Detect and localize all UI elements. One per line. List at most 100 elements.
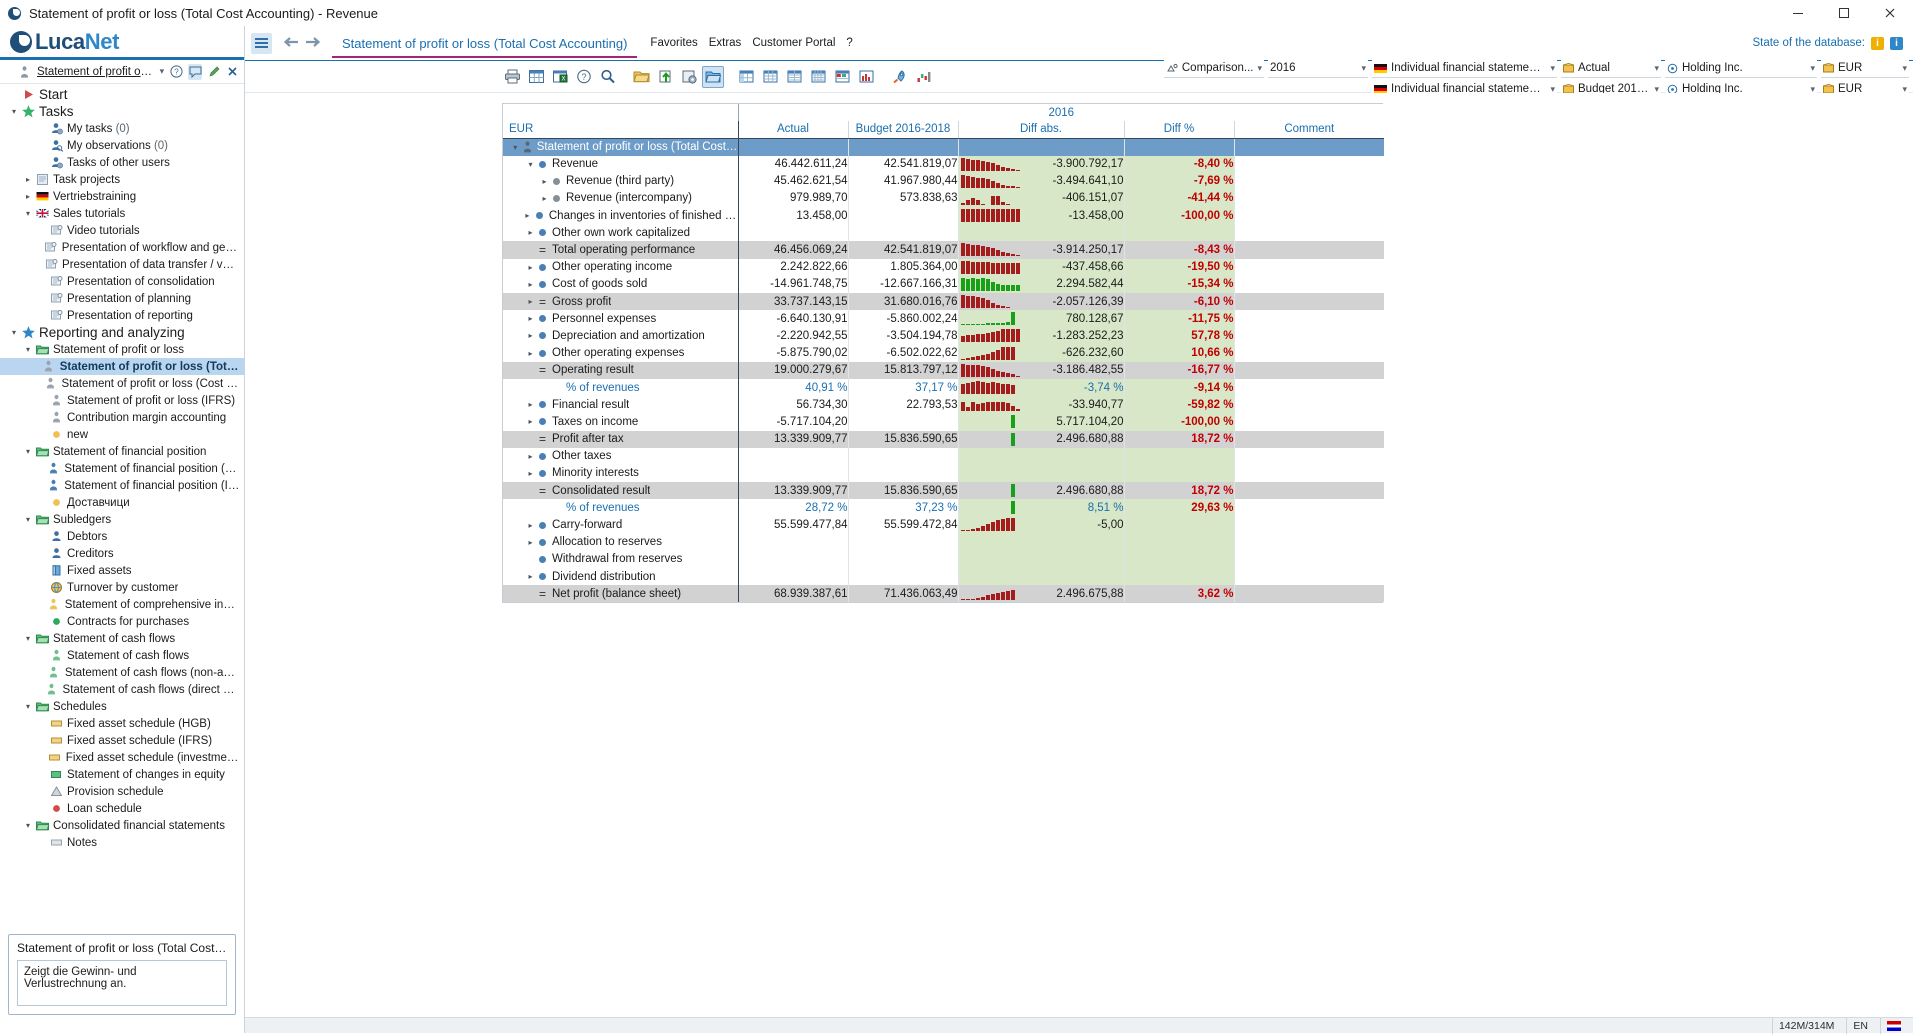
chevron-right-icon[interactable]: ▸ xyxy=(525,521,536,530)
upload-green-icon[interactable] xyxy=(654,66,676,88)
table-row[interactable]: = Operating result 19.000.279,67 15.813.7… xyxy=(503,361,1384,379)
tree-item-statement-of-financial-position-hgb[interactable]: Statement of financial position (HGB) xyxy=(0,460,244,477)
cell-budget[interactable]: 15.813.797,12 xyxy=(847,361,958,379)
column-header-comment[interactable]: Comment xyxy=(1233,121,1384,139)
cell-actual[interactable]: 13.458,00 xyxy=(737,207,848,225)
menu-item-extras[interactable]: Extras xyxy=(709,37,742,49)
cell-actual[interactable] xyxy=(737,533,848,551)
language-indicator[interactable]: EN xyxy=(1846,1017,1874,1034)
scenario-selector-row1[interactable]: Actual ▾ xyxy=(1561,59,1661,78)
tree-item-statement-of-profit-or-loss[interactable]: ▾ Statement of profit or loss xyxy=(0,341,244,358)
cell-budget[interactable]: 37,17 % xyxy=(847,378,958,397)
cell-diff-abs[interactable]: -2.057.126,39 xyxy=(957,293,1124,311)
cell-budget[interactable] xyxy=(847,447,958,465)
tab-statement-of-profit-or-loss[interactable]: Statement of profit or loss (Total Cost … xyxy=(332,29,638,58)
cell-diff-abs[interactable]: 2.496.675,88 xyxy=(957,585,1124,603)
chevron-right-icon[interactable]: ▸ xyxy=(525,228,536,237)
row-label-cell[interactable]: ▸ Depreciation and amortization xyxy=(503,327,738,344)
chevron-down-icon[interactable]: ▾ xyxy=(22,821,34,830)
cell-budget[interactable] xyxy=(847,533,958,551)
close-icon[interactable] xyxy=(226,64,240,80)
cell-actual[interactable]: 13.339.909,77 xyxy=(737,482,848,500)
table-row[interactable]: ▸ Revenue (third party) 45.462.621,54 41.… xyxy=(503,172,1384,190)
cell-actual[interactable]: -5.875.790,02 xyxy=(737,344,848,362)
cell-diff-abs[interactable]: -1.283.252,23 xyxy=(957,327,1124,345)
cell-budget[interactable]: -5.860.002,24 xyxy=(847,310,958,328)
cell-budget[interactable]: 22.793,53 xyxy=(847,396,958,414)
cell-budget[interactable] xyxy=(847,413,958,431)
tree-item-tasks-of-other-users[interactable]: Tasks of other users xyxy=(0,154,244,171)
cell-actual[interactable]: 33.737.143,15 xyxy=(737,293,848,311)
table-row[interactable]: ▸ Allocation to reserves xyxy=(503,533,1384,551)
row-label-cell[interactable]: ▸ Other taxes xyxy=(503,448,738,465)
cell-diff-abs[interactable]: 780.128,67 xyxy=(957,310,1124,328)
cell-actual[interactable]: 40,91 % xyxy=(737,378,848,397)
chevron-down-icon[interactable]: ▾ xyxy=(22,515,34,524)
menu-item-customer-portal[interactable]: Customer Portal xyxy=(752,37,835,49)
tree-item-statement-of-profit-or-loss-cost-of-sales[interactable]: Statement of profit or loss (Cost of Sal… xyxy=(0,375,244,392)
cell-actual[interactable]: 56.734,30 xyxy=(737,396,848,414)
cell-comment[interactable] xyxy=(1233,327,1384,345)
flag-icon[interactable] xyxy=(1880,1017,1907,1034)
cell-diff-pct[interactable] xyxy=(1123,447,1234,465)
chevron-down-icon[interactable]: ▾ xyxy=(8,328,20,337)
cell-budget[interactable]: -6.502.022,62 xyxy=(847,344,958,362)
cell-actual[interactable]: 13.339.909,77 xyxy=(737,430,848,448)
cell-diff-abs[interactable]: 5.717.104,20 xyxy=(957,413,1124,431)
cell-diff-pct[interactable]: -6,10 % xyxy=(1123,293,1234,311)
cell-budget[interactable]: 42.541.819,07 xyxy=(847,241,958,259)
navigation-tree[interactable]: Start ▾ Tasks My tasks (0) My observations (… xyxy=(0,84,244,933)
tree-item-provision-schedule[interactable]: Provision schedule xyxy=(0,783,244,800)
table-row[interactable]: ▾ Revenue 46.442.611,24 42.541.819,07 -3.9… xyxy=(503,155,1384,173)
chevron-right-icon[interactable]: ▸ xyxy=(22,175,34,184)
cell-budget[interactable] xyxy=(847,207,958,225)
column-header-diff-abs[interactable]: Diff abs. xyxy=(957,121,1124,139)
table-row[interactable]: ▸ Financial result 56.734,30 22.793,53 -33… xyxy=(503,396,1384,414)
rocket-icon[interactable] xyxy=(888,66,910,88)
grid-columns-icon[interactable] xyxy=(759,66,781,88)
row-label-cell[interactable]: ▸ Other operating income xyxy=(503,259,738,276)
cell-diff-abs[interactable]: 2.496.680,88 xyxy=(957,430,1124,448)
chevron-right-icon[interactable]: ▸ xyxy=(525,314,536,323)
cell-diff-abs[interactable] xyxy=(957,533,1124,551)
tree-item-my-observations[interactable]: My observations (0) xyxy=(0,137,244,154)
cell-diff-abs[interactable]: 2.496.680,88 xyxy=(957,482,1124,500)
cell-actual[interactable]: 979.989,70 xyxy=(737,189,848,208)
cell-actual[interactable]: 46.456.069,24 xyxy=(737,241,848,259)
table-row[interactable]: = Profit after tax 13.339.909,77 15.836.5… xyxy=(503,430,1384,448)
table-row[interactable]: ▸ Minority interests xyxy=(503,464,1384,483)
table-row[interactable]: ▸ Carry-forward 55.599.477,84 55.599.472,… xyxy=(503,516,1384,534)
grid-full-icon[interactable] xyxy=(807,66,829,88)
row-label-cell[interactable]: ▸ Allocation to reserves xyxy=(503,534,738,551)
tree-item-statement-of-cash-flows-non-active[interactable]: Statement of cash flows (non-active) xyxy=(0,664,244,681)
cell-diff-pct[interactable]: -9,14 % xyxy=(1123,378,1234,397)
chevron-down-icon[interactable]: ▾ xyxy=(525,160,536,169)
tree-item-[interactable]: Доставчици xyxy=(0,494,244,511)
tree-item-debtors[interactable]: Debtors xyxy=(0,528,244,545)
tree-item-presentation-of-planning[interactable]: Presentation of planning xyxy=(0,290,244,307)
chevron-right-icon[interactable]: ▸ xyxy=(525,469,536,478)
tree-item-my-tasks[interactable]: My tasks (0) xyxy=(0,120,244,137)
table-row[interactable]: ▸ Personnel expenses -6.640.130,91 -5.860… xyxy=(503,310,1384,328)
statement-selector-row1[interactable]: Individual financial statements... ▾ xyxy=(1372,59,1557,78)
chevron-down-icon[interactable]: ▾ xyxy=(1361,63,1366,74)
table-row[interactable]: ▸ Other operating income 2.242.822,66 1.8… xyxy=(503,258,1384,276)
row-label-cell[interactable]: ▸ Minority interests xyxy=(503,465,738,482)
cell-comment[interactable] xyxy=(1233,396,1384,414)
chevron-right-icon[interactable]: ▸ xyxy=(539,177,550,186)
cell-comment[interactable] xyxy=(1233,155,1384,173)
chevron-down-icon[interactable]: ▾ xyxy=(160,66,165,77)
cell-diff-pct[interactable]: 10,66 % xyxy=(1123,344,1234,362)
cell-diff-pct[interactable]: -100,00 % xyxy=(1123,207,1234,225)
cell-comment[interactable] xyxy=(1233,533,1384,551)
cell-comment[interactable] xyxy=(1233,224,1384,242)
info-badge-icon[interactable]: i xyxy=(1890,36,1903,50)
tree-item-reporting-and-analyzing[interactable]: ▾ Reporting and analyzing xyxy=(0,324,244,341)
speech-bubble-icon[interactable] xyxy=(188,63,203,80)
cell-diff-abs[interactable]: -3.900.792,17 xyxy=(957,155,1124,173)
column-header-actual[interactable]: Actual xyxy=(737,121,848,139)
cell-comment[interactable] xyxy=(1233,344,1384,362)
table-row[interactable]: ▸ Dividend distribution xyxy=(503,568,1384,586)
chevron-down-icon[interactable]: ▾ xyxy=(22,702,34,711)
cell-actual[interactable]: 28,72 % xyxy=(737,499,848,517)
